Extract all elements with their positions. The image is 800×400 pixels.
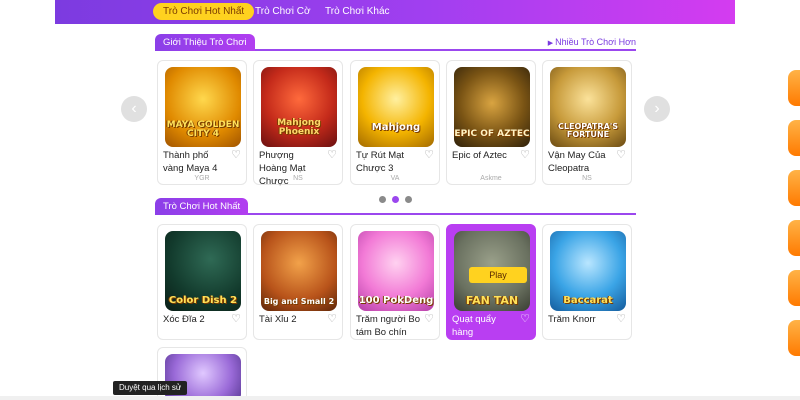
game-art-text: Big and Small 2 xyxy=(263,297,335,306)
game-thumbnail: Color Dish 2 xyxy=(165,231,241,311)
game-card-maya[interactable]: MAYA GOLDEN CITY 4 Thành phố vàng Maya 4… xyxy=(157,60,247,185)
game-thumbnail: Big and Small 2 xyxy=(261,231,337,311)
heart-icon[interactable]: ♡ xyxy=(424,312,434,325)
game-card-cleopatra[interactable]: CLEOPATRA'S FORTUNE Vận May Của Cleopatr… xyxy=(542,60,632,185)
game-thumbnail: CLEOPATRA'S FORTUNE xyxy=(550,67,626,147)
game-card-big-small[interactable]: Big and Small 2 Tài Xỉu 2 ♡ xyxy=(253,224,343,340)
heart-icon[interactable]: ♡ xyxy=(327,312,337,325)
game-provider: Askme xyxy=(480,175,502,182)
game-thumbnail: FAN TAN Play xyxy=(454,231,530,311)
game-card-fan-tan[interactable]: FAN TAN Play Quạt quẩy hàng ♡ xyxy=(446,224,536,340)
tab-hot-games[interactable]: Trò Chơi Hot Nhất xyxy=(153,3,255,20)
game-title: Trăm Knorr xyxy=(548,314,596,325)
game-art-text: CLEOPATRA'S FORTUNE xyxy=(558,122,618,139)
game-thumbnail: MAYA GOLDEN CITY 4 xyxy=(165,67,241,147)
play-button[interactable]: Play xyxy=(469,267,527,283)
game-art-text: MAYA GOLDEN CITY 4 xyxy=(166,120,240,139)
side-rail-tab[interactable] xyxy=(788,220,800,256)
game-card-mahjong-3[interactable]: Mahjong Tự Rút Mạt Chược 3 ♡ VA xyxy=(350,60,440,185)
game-title: Xóc Đĩa 2 xyxy=(163,314,205,325)
game-title: Thành phố vàng Maya 4 xyxy=(163,150,218,174)
game-card-baccarat[interactable]: Baccarat Trăm Knorr ♡ xyxy=(542,224,632,340)
side-rail-tab[interactable] xyxy=(788,320,800,356)
heart-icon[interactable]: ♡ xyxy=(231,148,241,161)
heart-icon[interactable]: ♡ xyxy=(424,148,434,161)
game-thumbnail: 100 PokDeng xyxy=(358,231,434,311)
intro-section-title: Giới Thiệu Trò Chơi xyxy=(155,34,255,51)
game-art-text: FAN TAN xyxy=(465,294,519,307)
hot-section-title: Trò Chơi Hot Nhất xyxy=(155,198,249,215)
heart-icon[interactable]: ♡ xyxy=(616,312,626,325)
game-provider: VA xyxy=(390,175,400,182)
game-title: Quạt quẩy hàng xyxy=(452,314,496,338)
game-title: Phượng Hoàng Mạt Chược xyxy=(259,150,306,187)
game-thumbnail: Baccarat xyxy=(550,231,626,311)
side-rail-tab[interactable] xyxy=(788,270,800,306)
chevron-right-icon: › xyxy=(654,100,660,117)
tab-board-games[interactable]: Trò Chơi Cờ xyxy=(245,3,321,20)
game-art-text: 100 PokDeng xyxy=(358,295,434,306)
game-thumbnail: Mahjong Phoenix xyxy=(261,67,337,147)
side-rail-tab[interactable] xyxy=(788,120,800,156)
more-games-label: Nhiều Trò Chơi Hơn xyxy=(555,37,636,47)
game-thumbnail: Mahjong xyxy=(358,67,434,147)
heart-icon[interactable]: ♡ xyxy=(327,148,337,161)
caret-right-icon: ▶ xyxy=(547,40,554,47)
game-provider: NS xyxy=(293,175,303,182)
game-card-color-dish[interactable]: Color Dish 2 Xóc Đĩa 2 ♡ xyxy=(157,224,247,340)
game-card-pokdeng[interactable]: 100 PokDeng Trăm người Bo tám Bo chín ♡ xyxy=(350,224,440,340)
game-art-text: Mahjong Phoenix xyxy=(277,118,321,137)
game-title: Tự Rút Mạt Chược 3 xyxy=(356,150,405,174)
game-title: Vận May Của Cleopatra xyxy=(548,150,606,174)
more-games-link[interactable]: ▶ Nhiều Trò Chơi Hơn xyxy=(548,37,636,47)
side-rail-tab[interactable] xyxy=(788,170,800,206)
intro-section-header: Giới Thiệu Trò Chơi ▶ Nhiều Trò Chơi Hơn xyxy=(155,34,636,51)
tab-other-games[interactable]: Trò Chơi Khác xyxy=(315,3,400,20)
game-provider: NS xyxy=(582,175,592,182)
game-card-epic-aztec[interactable]: EPIC OF AZTEC Epic of Aztec ♡ Askme xyxy=(446,60,536,185)
bottom-divider xyxy=(0,396,800,400)
heart-icon[interactable]: ♡ xyxy=(520,148,530,161)
heart-icon[interactable]: ♡ xyxy=(616,148,626,161)
heart-icon[interactable]: ♡ xyxy=(520,312,530,325)
game-provider: YGR xyxy=(194,175,210,182)
game-art-text: Mahjong xyxy=(371,122,421,133)
game-card-mahjong-phoenix[interactable]: Mahjong Phoenix Phượng Hoàng Mạt Chược ♡… xyxy=(253,60,343,187)
game-title: Epic of Aztec xyxy=(452,150,507,161)
history-tooltip: Duyệt qua lịch sử xyxy=(113,381,188,395)
game-title: Trăm người Bo tám Bo chín xyxy=(356,314,420,338)
game-art-text: Color Dish 2 xyxy=(168,295,238,306)
hot-section-header: Trò Chơi Hot Nhất xyxy=(155,198,636,215)
heart-icon[interactable]: ♡ xyxy=(231,312,241,325)
side-rail-tab[interactable] xyxy=(788,70,800,106)
carousel-prev-button[interactable]: ‹ xyxy=(121,96,147,122)
game-thumbnail: EPIC OF AZTEC xyxy=(454,67,530,147)
game-title: Tài Xỉu 2 xyxy=(259,314,297,325)
game-art-text: EPIC OF AZTEC xyxy=(454,129,530,139)
game-art-text: Baccarat xyxy=(563,295,613,306)
chevron-left-icon: ‹ xyxy=(131,100,137,117)
top-nav-bar: Trò Chơi Hot Nhất Trò Chơi Cờ Trò Chơi K… xyxy=(55,0,735,24)
carousel-next-button[interactable]: › xyxy=(644,96,670,122)
